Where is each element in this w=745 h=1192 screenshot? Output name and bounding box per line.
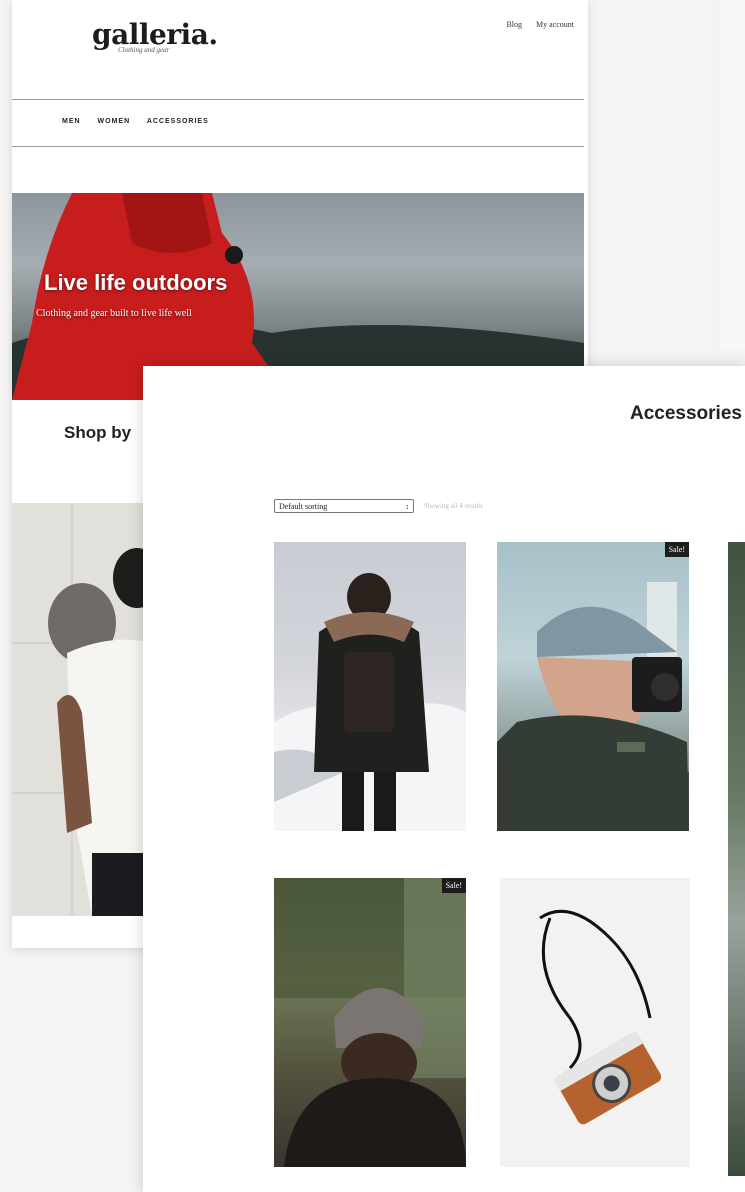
nav-accessories[interactable]: ACCESSORIES — [147, 118, 209, 125]
category-photo[interactable] — [12, 503, 152, 916]
camera-photo — [539, 909, 662, 1125]
site-tagline: Clothing and gear — [118, 46, 170, 54]
nav-divider-bottom — [12, 146, 584, 147]
my-account-link[interactable]: My account — [536, 20, 574, 29]
sale-badge: Sale! — [664, 542, 689, 557]
product-card[interactable] — [500, 878, 690, 1167]
chevron-up-down-icon: ↕ — [405, 503, 410, 511]
sort-select[interactable]: Default sorting ↕ — [274, 499, 414, 513]
shop-by-heading: Shop by — [64, 423, 132, 442]
blog-link[interactable]: Blog — [506, 20, 522, 29]
nav-divider-top — [12, 99, 584, 100]
sale-badge: Sale! — [441, 878, 466, 893]
product-card[interactable]: Sale! — [274, 878, 466, 1167]
page-title: Accessories — [630, 403, 742, 424]
accessories-page-preview: Accessories Default sorting ↕ Showing al… — [143, 366, 745, 1192]
sort-value: Default sorting — [279, 502, 328, 511]
photographer-cap-photo — [497, 582, 689, 831]
product-card[interactable] — [274, 542, 466, 831]
nav-men[interactable]: MEN — [62, 118, 81, 125]
third-page-preview — [718, 0, 745, 350]
hero-title: Live life outdoors — [44, 270, 228, 295]
results-count: Showing all 4 results — [424, 502, 483, 510]
main-nav: MEN WOMEN ACCESSORIES — [62, 118, 223, 125]
top-links: Blog My account — [494, 20, 574, 29]
man-by-wall-photo — [12, 503, 152, 916]
nav-women[interactable]: WOMEN — [98, 118, 131, 125]
product-card[interactable]: Sale! — [497, 542, 689, 831]
woman-backpack-photo — [274, 573, 466, 831]
hero-subtitle: Clothing and gear built to live life wel… — [36, 308, 192, 319]
woman-beanie-photo — [274, 878, 466, 1167]
product-card-partial[interactable] — [728, 542, 745, 1176]
